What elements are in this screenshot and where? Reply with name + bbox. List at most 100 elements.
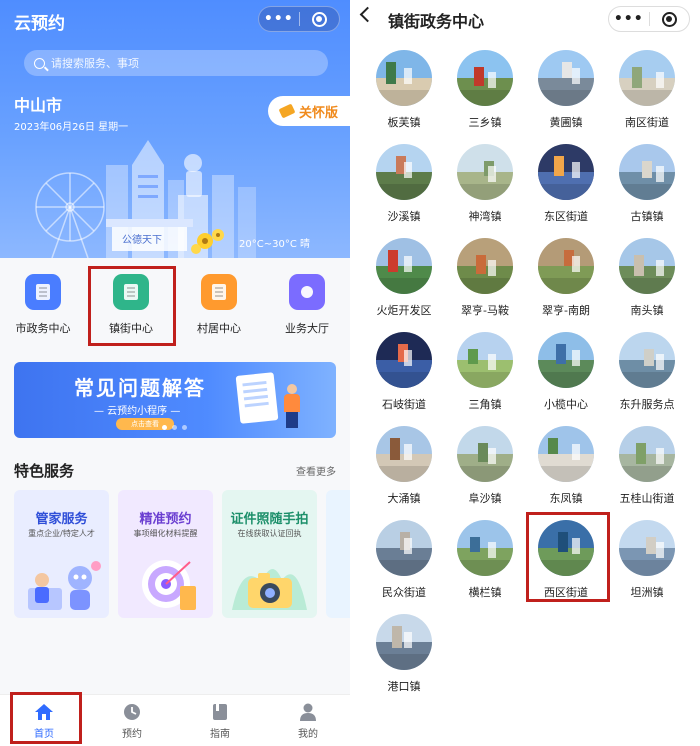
town-item[interactable]: 民众街道 [364, 520, 444, 600]
town-name: 大涌镇 [387, 492, 421, 505]
city-gov-center-entry[interactable]: 市政务中心 [3, 274, 83, 344]
town-item[interactable]: 大涌镇 [364, 426, 444, 506]
care-mode-button[interactable]: 关怀版 [268, 96, 350, 126]
highlight-box-home-tab [10, 692, 82, 744]
tab-label: 预约 [122, 729, 142, 740]
town-item[interactable]: 东区街道 [526, 144, 606, 224]
town-name: 南头镇 [630, 304, 664, 317]
card-title: 精准预约 [139, 512, 192, 527]
person-illustration [284, 384, 300, 428]
town-item[interactable]: 三角镇 [445, 332, 525, 412]
tag-icon [278, 103, 296, 119]
town-name: 坦洲镇 [630, 586, 664, 599]
town-photo [457, 332, 513, 388]
clock-icon [124, 704, 140, 720]
town-item[interactable]: 古镇镇 [607, 144, 687, 224]
more-icon[interactable]: ••• [609, 11, 649, 27]
town-item[interactable]: 翠亨-南朗 [526, 238, 606, 318]
town-name: 东升服务点 [619, 398, 675, 411]
highlight-box-town-center [88, 266, 176, 346]
town-item[interactable]: 石岐街道 [364, 332, 444, 412]
banner-subtitle: — 云预约小程序 — [94, 406, 181, 417]
town-photo [376, 238, 432, 294]
quick-item-label: 村居中心 [197, 322, 241, 335]
town-name: 翠亨-马鞍 [461, 304, 509, 317]
tab-booking[interactable]: 预约 [102, 703, 162, 740]
town-item[interactable]: 横栏镇 [445, 520, 525, 600]
business-hall-entry[interactable]: 业务大厅 [267, 274, 347, 344]
search-placeholder: 请搜索服务、事项 [51, 57, 139, 70]
town-photo [538, 238, 594, 294]
view-more-link[interactable]: 查看更多 [296, 463, 336, 478]
town-name: 阜沙镇 [468, 492, 502, 505]
gate-sign: 公德天下 [122, 233, 162, 246]
back-arrow-icon[interactable] [359, 6, 376, 23]
tab-guide[interactable]: 指南 [190, 703, 250, 740]
carousel-dots [162, 425, 187, 430]
id-photo-card[interactable]: 证件照随手拍 在线获取认证回执 [222, 490, 317, 618]
town-item[interactable]: 阜沙镇 [445, 426, 525, 506]
town-item[interactable]: 港口镇 [364, 614, 444, 694]
mini-program-capsule: ••• [258, 6, 340, 32]
faq-banner[interactable]: 常见问题解答 — 云预约小程序 — 点击查看 [14, 362, 336, 438]
town-photo [376, 614, 432, 670]
card-subtitle: 重点企业/特定人才 [28, 529, 95, 538]
featured-section-title: 特色服务 [14, 462, 75, 480]
town-item[interactable]: 三乡镇 [445, 50, 525, 130]
town-item[interactable]: 沙溪镇 [364, 144, 444, 224]
town-name: 五桂山街道 [619, 492, 675, 505]
care-mode-label: 关怀版 [298, 105, 338, 121]
search-icon [34, 57, 45, 69]
highlight-box-xiqu [526, 512, 610, 602]
town-photo [457, 238, 513, 294]
town-name: 火炬开发区 [376, 304, 432, 317]
town-name: 东区街道 [544, 210, 588, 223]
app-title: 云预约 [14, 14, 65, 34]
town-item[interactable]: 东凤镇 [526, 426, 606, 506]
town-name: 三角镇 [468, 398, 502, 411]
card-subtitle: 在线获取认证回执 [237, 529, 302, 538]
town-item[interactable]: 火炬开发区 [364, 238, 444, 318]
target-illustration [142, 560, 196, 610]
butler-service-card[interactable]: 管家服务 重点企业/特定人才 [14, 490, 109, 618]
town-name: 民众街道 [382, 586, 426, 599]
town-name: 石岐街道 [382, 398, 426, 411]
town-item[interactable]: 板芙镇 [364, 50, 444, 130]
mini-program-capsule: ••• [608, 6, 690, 32]
town-item[interactable]: 东升服务点 [607, 332, 687, 412]
town-item[interactable]: 坦洲镇 [607, 520, 687, 600]
town-photo [538, 332, 594, 388]
town-photo [538, 144, 594, 200]
close-icon[interactable] [300, 11, 340, 27]
town-photo [457, 144, 513, 200]
town-item[interactable]: 南头镇 [607, 238, 687, 318]
town-item[interactable]: 黄圃镇 [526, 50, 606, 130]
town-photo [538, 426, 594, 482]
town-item[interactable]: 神湾镇 [445, 144, 525, 224]
town-item[interactable]: 南区街道 [607, 50, 687, 130]
close-icon[interactable] [650, 11, 690, 27]
town-photo [619, 50, 675, 106]
town-item[interactable]: 小榄中心 [526, 332, 606, 412]
camera-illustration [232, 568, 307, 610]
town-item[interactable]: 五桂山街道 [607, 426, 687, 506]
tab-label: 指南 [210, 729, 230, 740]
town-photo [457, 426, 513, 482]
quick-item-label: 业务大厅 [285, 322, 329, 335]
town-name: 三乡镇 [468, 116, 502, 129]
tab-mine[interactable]: 我的 [278, 703, 338, 740]
home-screen: 云预约 ••• 请搜索服务、事项 中山市 2023年06月26日 星期一 关怀版 [0, 0, 350, 746]
search-input[interactable]: 请搜索服务、事项 [24, 50, 328, 76]
village-center-entry[interactable]: 村居中心 [179, 274, 259, 344]
town-center-screen: 镇街政务中心 ••• 板芙镇 三乡镇 黄圃镇 南区街道 沙溪镇 神湾镇 东区街道 古镇镇 火炬开… [352, 0, 700, 746]
town-photo [619, 332, 675, 388]
town-photo [376, 144, 432, 200]
town-name: 港口镇 [387, 680, 421, 693]
precise-booking-card[interactable]: 精准预约 事项细化材料提醒 [118, 490, 213, 618]
tab-label: 我的 [298, 729, 318, 740]
town-item[interactable]: 翠亨-马鞍 [445, 238, 525, 318]
more-icon[interactable]: ••• [259, 11, 299, 27]
town-name: 南区街道 [625, 116, 669, 129]
town-name: 古镇镇 [630, 210, 664, 223]
town-photo [457, 50, 513, 106]
